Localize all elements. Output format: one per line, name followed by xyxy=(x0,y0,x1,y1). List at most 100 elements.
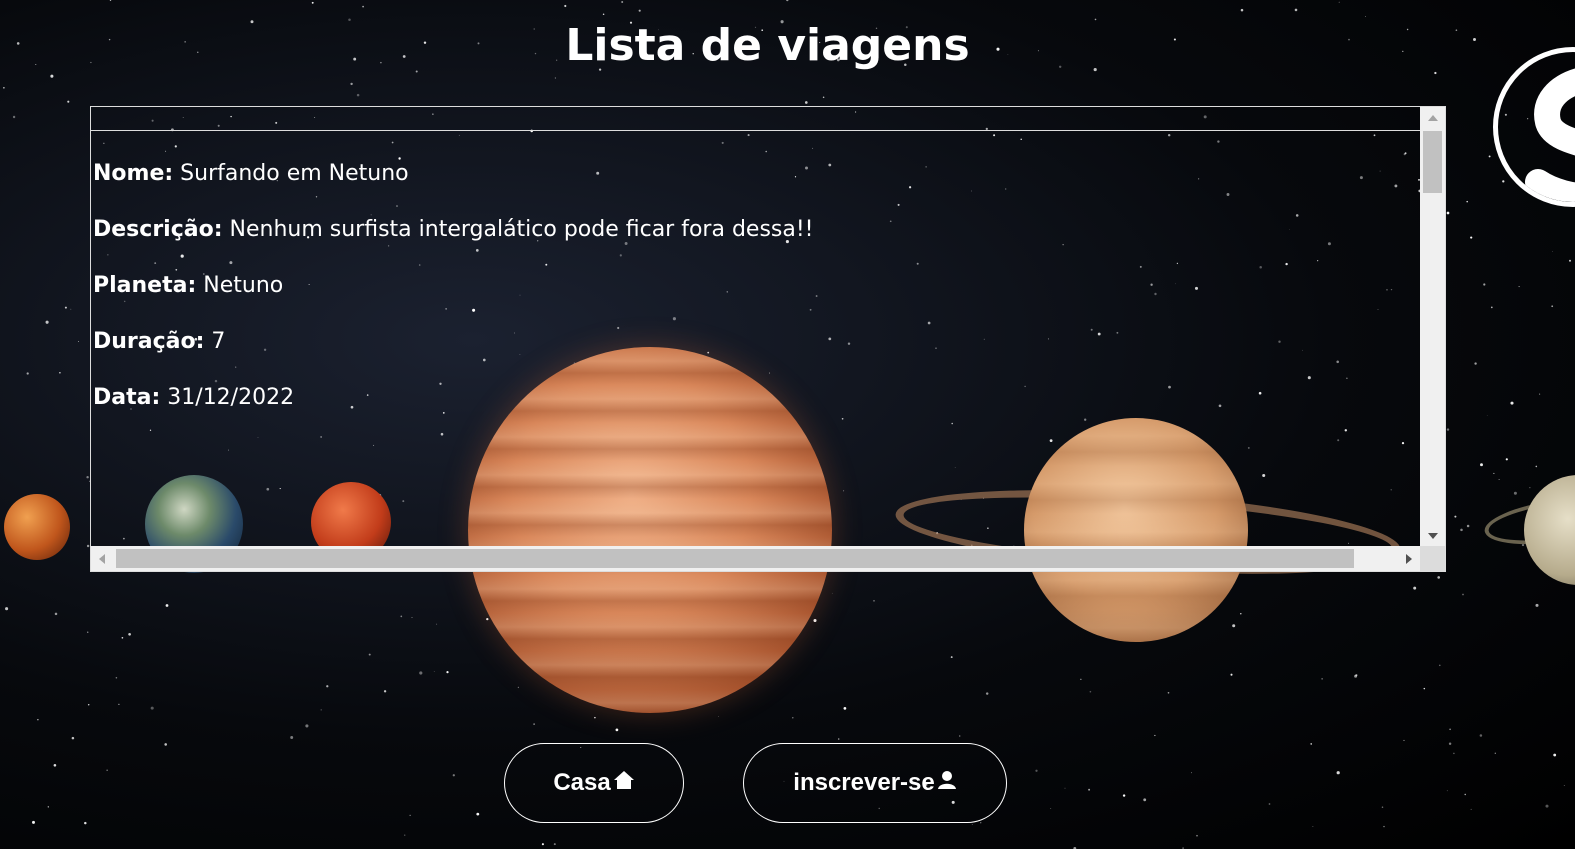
star xyxy=(1336,771,1340,775)
star xyxy=(115,676,118,679)
star xyxy=(1569,259,1571,262)
star xyxy=(1460,528,1463,532)
star xyxy=(362,5,364,8)
star xyxy=(452,774,455,777)
star xyxy=(1535,465,1538,468)
star xyxy=(1154,734,1156,737)
star xyxy=(86,475,89,479)
trip-date-field: Data: 31/12/2022 xyxy=(93,384,294,412)
star xyxy=(971,824,973,826)
star xyxy=(70,308,72,310)
trip-planet-label: Planeta: xyxy=(93,273,197,298)
star xyxy=(1080,678,1082,680)
star xyxy=(368,653,371,656)
home-button[interactable]: Casa xyxy=(504,743,684,823)
vertical-scroll-thumb[interactable] xyxy=(1423,131,1442,193)
star xyxy=(1486,415,1488,416)
trip-list-box[interactable]: Nome: Surfando em Netuno Descrição: Nenh… xyxy=(90,106,1446,572)
star xyxy=(1191,772,1192,774)
star xyxy=(121,636,124,639)
star xyxy=(813,618,817,623)
star xyxy=(1381,806,1384,808)
trip-duration-label: Duração: xyxy=(93,329,205,354)
star xyxy=(1403,739,1405,741)
star xyxy=(1122,794,1126,797)
star xyxy=(1383,825,1385,828)
star xyxy=(3,86,5,89)
star xyxy=(1479,734,1483,737)
star xyxy=(1466,200,1468,203)
star xyxy=(822,96,825,99)
star xyxy=(1474,362,1477,365)
star xyxy=(47,806,49,808)
star xyxy=(1521,544,1525,547)
list-header-row xyxy=(91,107,1420,131)
scroll-down-icon[interactable] xyxy=(1428,533,1438,539)
horizontal-scrollbar[interactable] xyxy=(91,546,1420,571)
trip-date-label: Data: xyxy=(93,385,161,410)
star xyxy=(32,820,35,824)
horizontal-scroll-thumb[interactable] xyxy=(116,549,1354,568)
star xyxy=(1448,742,1452,745)
star xyxy=(1470,236,1473,239)
star xyxy=(554,77,556,79)
trip-date-value: 31/12/2022 xyxy=(167,385,295,410)
trip-planet-value: Netuno xyxy=(203,273,284,298)
star xyxy=(1464,793,1466,796)
star xyxy=(1088,788,1091,791)
trip-duration-value: 7 xyxy=(211,329,226,354)
trip-description-label: Descrição: xyxy=(93,217,223,242)
vertical-scrollbar[interactable] xyxy=(1420,107,1445,547)
star xyxy=(1535,603,1539,607)
star xyxy=(71,736,75,740)
trip-name-field: Nome: Surfando em Netuno xyxy=(93,160,409,188)
star xyxy=(436,623,438,625)
star xyxy=(1338,1,1340,3)
star xyxy=(106,769,108,771)
star xyxy=(615,728,619,732)
star xyxy=(638,9,641,12)
star xyxy=(12,115,16,119)
star xyxy=(1321,678,1323,680)
scroll-up-icon[interactable] xyxy=(1428,115,1438,121)
star xyxy=(1449,728,1451,731)
star xyxy=(959,735,961,737)
scroll-right-icon[interactable] xyxy=(1406,554,1412,564)
star xyxy=(1143,798,1147,802)
mercury-planet-image xyxy=(4,494,70,560)
trip-description-value: Nenhum surfista intergalático pode ficar… xyxy=(229,217,814,242)
trip-name-label: Nome: xyxy=(93,161,174,186)
star xyxy=(804,101,808,104)
trip-duration-field: Duração: 7 xyxy=(93,328,225,356)
star xyxy=(87,631,89,633)
star xyxy=(1551,305,1554,308)
star xyxy=(67,100,70,103)
subscribe-button[interactable]: inscrever-se xyxy=(743,743,1007,823)
star xyxy=(1035,769,1038,772)
star xyxy=(1513,491,1517,495)
scroll-left-icon[interactable] xyxy=(99,554,105,564)
star xyxy=(533,723,535,725)
trip-description-field: Descrição: Nenhum surfista intergalático… xyxy=(93,216,814,244)
star xyxy=(1232,624,1236,628)
star xyxy=(1446,428,1450,431)
star xyxy=(1518,286,1520,288)
star xyxy=(1480,463,1483,467)
star xyxy=(843,707,847,710)
star xyxy=(1553,753,1557,757)
star xyxy=(1539,393,1541,395)
star xyxy=(400,615,403,618)
star xyxy=(1446,211,1450,215)
trip-name-value: Surfando em Netuno xyxy=(180,161,409,186)
star xyxy=(350,82,353,86)
star xyxy=(54,612,58,616)
star xyxy=(419,671,423,675)
star xyxy=(1064,787,1066,789)
star xyxy=(1454,515,1457,518)
star xyxy=(1240,8,1244,12)
home-icon xyxy=(613,769,635,797)
star xyxy=(873,600,875,602)
star xyxy=(164,743,167,746)
star xyxy=(150,706,154,710)
star xyxy=(320,709,322,711)
